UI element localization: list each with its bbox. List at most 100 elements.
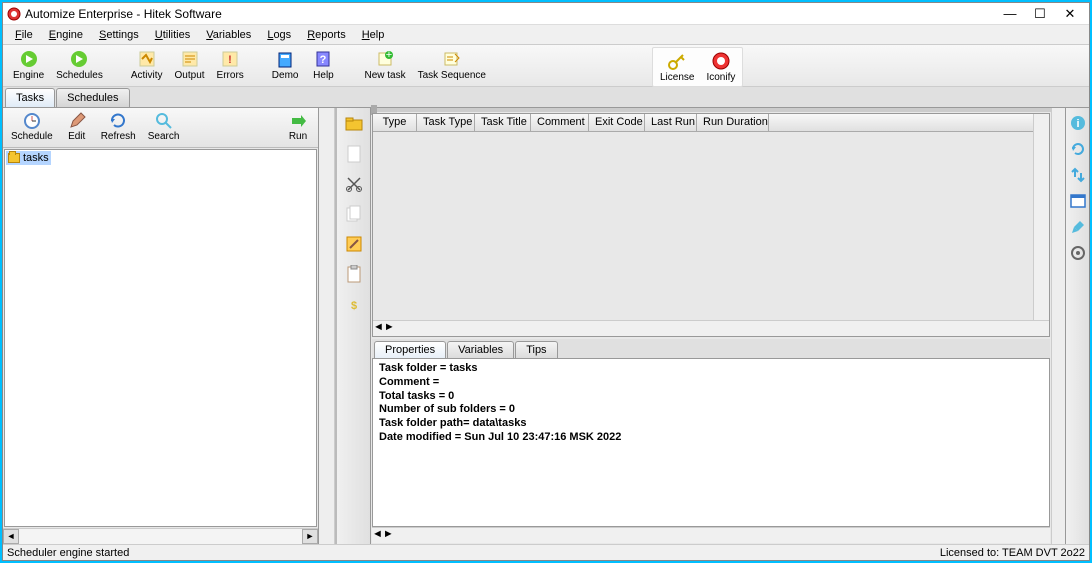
scroll-right-icon[interactable]: ► (302, 529, 318, 544)
left-schedule[interactable]: Schedule (5, 110, 59, 145)
menu-utilities[interactable]: Utilities (147, 27, 198, 43)
close-button[interactable]: ✕ (1055, 4, 1085, 24)
prop-line: Number of sub folders = 0 (379, 403, 515, 415)
toolbar-help[interactable]: ? Help (304, 47, 342, 83)
col-lastrun[interactable]: Last Run (645, 114, 697, 131)
search-icon (155, 112, 173, 130)
toolbar-output[interactable]: Output (169, 47, 211, 83)
menu-variables[interactable]: Variables (198, 27, 259, 43)
run-icon (289, 112, 307, 130)
left-search[interactable]: Search (142, 110, 186, 145)
col-tasktitle[interactable]: Task Title (475, 114, 531, 131)
dtab-properties[interactable]: Properties (374, 341, 446, 358)
prop-line: Date modified = Sun Jul 10 23:47:16 MSK … (379, 431, 621, 443)
svg-text:$: $ (350, 300, 356, 312)
col-exitcode[interactable]: Exit Code (589, 114, 645, 131)
toolbar-license[interactable]: License (654, 49, 700, 85)
page-icon[interactable] (344, 144, 364, 164)
menu-help[interactable]: Help (354, 27, 393, 43)
dtab-tips[interactable]: Tips (515, 341, 557, 358)
sequence-icon (442, 49, 462, 69)
gear-icon[interactable] (1069, 244, 1087, 262)
window-icon[interactable] (1069, 192, 1087, 210)
task-grid[interactable]: Type Task Type Task Title Comment Exit C… (372, 113, 1050, 337)
updown-icon[interactable] (1069, 166, 1087, 184)
svg-text:i: i (1076, 118, 1079, 130)
key-icon (667, 51, 687, 71)
broom-icon[interactable] (1069, 218, 1087, 236)
menu-settings[interactable]: Settings (91, 27, 147, 43)
side-iconstrip: $ (335, 108, 371, 544)
toolbar-errors[interactable]: ! Errors (211, 47, 250, 83)
details-hscrollbar[interactable]: ◄ ► (372, 527, 1050, 543)
toolbar-engine[interactable]: Engine (7, 47, 50, 83)
left-refresh[interactable]: Refresh (95, 110, 142, 145)
dtab-variables[interactable]: Variables (447, 341, 514, 358)
grid-vscrollbar[interactable] (1033, 114, 1049, 320)
toolbar-demo[interactable]: Demo (266, 47, 305, 83)
toolbar-newtask[interactable]: + New task (358, 47, 411, 83)
clipboard-icon[interactable] (344, 264, 364, 284)
col-type[interactable]: Type (373, 114, 417, 131)
play-icon (19, 49, 39, 69)
prop-line: Total tasks = 0 (379, 390, 454, 402)
tree-hscrollbar[interactable]: ◄ ► (3, 528, 318, 544)
left-edit[interactable]: Edit (59, 110, 95, 145)
errors-icon: ! (220, 49, 240, 69)
scroll-left-icon[interactable]: ◄ (373, 321, 384, 336)
scroll-right-icon[interactable]: ► (384, 321, 395, 336)
col-tasktype[interactable]: Task Type (417, 114, 475, 131)
details-tabstrip: Properties Variables Tips (372, 339, 1050, 358)
menu-file[interactable]: File (7, 27, 41, 43)
scroll-left-icon[interactable]: ◄ (372, 528, 383, 543)
center-pane: Type Task Type Task Title Comment Exit C… (371, 108, 1051, 544)
info-icon[interactable]: i (1069, 114, 1087, 132)
edit-note-icon[interactable] (344, 234, 364, 254)
toolbar-iconify[interactable]: Iconify (700, 49, 741, 85)
help-icon: ? (313, 49, 333, 69)
grid-header: Type Task Type Task Title Comment Exit C… (373, 114, 1049, 132)
svg-text:+: + (386, 50, 392, 61)
tree-item-label: tasks (23, 152, 49, 164)
tab-tasks[interactable]: Tasks (5, 88, 55, 107)
properties-panel[interactable]: Task folder = tasks Comment = Total task… (372, 358, 1050, 527)
details-area: Properties Variables Tips Task folder = … (372, 339, 1050, 543)
col-comment[interactable]: Comment (531, 114, 589, 131)
prop-line: Task folder = tasks (379, 362, 478, 374)
hsplit-handle[interactable] (371, 108, 1051, 112)
dollar-icon[interactable]: $ (344, 294, 364, 314)
col-runduration[interactable]: Run Duration (697, 114, 769, 131)
menu-logs[interactable]: Logs (259, 27, 299, 43)
newtask-icon: + (375, 49, 395, 69)
cut-icon[interactable] (344, 174, 364, 194)
titlebar: Automize Enterprise - Hitek Software — ☐… (3, 3, 1089, 25)
grid-body[interactable] (373, 132, 1049, 320)
toolbar-activity[interactable]: Activity (125, 47, 169, 83)
copy-icon[interactable] (344, 204, 364, 224)
pencil-icon (68, 112, 86, 130)
toolbar-tasksequence[interactable]: Task Sequence (412, 47, 492, 83)
minimize-button[interactable]: — (995, 4, 1025, 24)
prop-line: Task folder path= data\tasks (379, 417, 526, 429)
center-vscroll[interactable] (1051, 108, 1065, 544)
refresh-icon[interactable] (1069, 140, 1087, 158)
toolbar-schedules[interactable]: Schedules (50, 47, 109, 83)
left-pane: Schedule Edit Refresh Search Run (3, 108, 319, 544)
left-vscroll[interactable] (319, 108, 335, 544)
statusbar: Scheduler engine started Licensed to: TE… (3, 544, 1089, 560)
left-run[interactable]: Run (280, 110, 316, 145)
scroll-right-icon[interactable]: ► (383, 528, 394, 543)
scroll-left-icon[interactable]: ◄ (3, 529, 19, 544)
menu-reports[interactable]: Reports (299, 27, 354, 43)
tab-schedules[interactable]: Schedules (56, 88, 129, 107)
demo-icon (275, 49, 295, 69)
folder-new-icon[interactable] (344, 114, 364, 134)
menu-engine[interactable]: Engine (41, 27, 91, 43)
tree-root-tasks[interactable]: tasks (6, 151, 51, 165)
iconify-icon (711, 51, 731, 71)
main-toolbar: Engine Schedules Activity Output ! Error… (3, 45, 1089, 87)
menubar: File Engine Settings Utilities Variables… (3, 25, 1089, 45)
task-tree[interactable]: tasks (4, 149, 317, 527)
grid-hscrollbar[interactable]: ◄ ► (373, 320, 1049, 336)
maximize-button[interactable]: ☐ (1025, 4, 1055, 24)
